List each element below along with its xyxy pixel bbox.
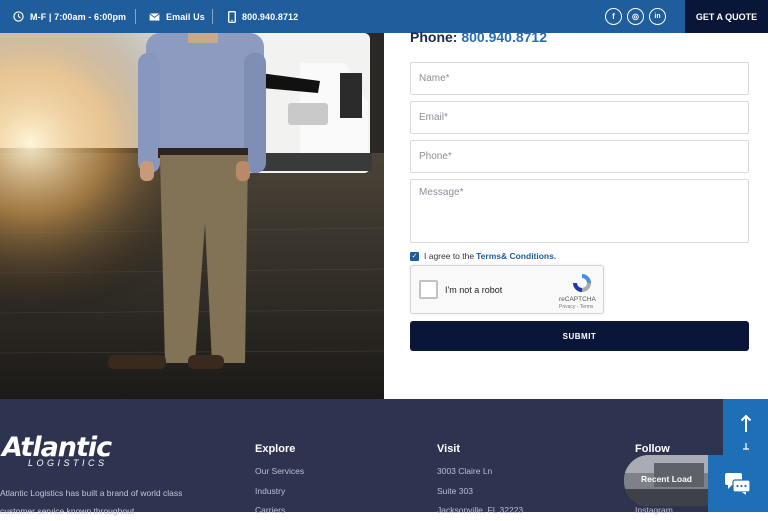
name-placeholder: Name* <box>419 73 450 84</box>
chat-button[interactable] <box>708 455 768 512</box>
recaptcha-brand: reCAPTCHA <box>559 296 596 303</box>
phone-text: 800.940.8712 <box>242 11 299 22</box>
hours-text: M-F | 7:00am - 6:00pm <box>30 11 127 22</box>
footer-link-industry[interactable]: Industry <box>255 482 304 502</box>
logo-sub-text: LOGISTICS <box>28 458 108 468</box>
divider <box>212 9 213 24</box>
message-field[interactable]: Message* <box>410 179 749 243</box>
phone-prefix: Phone: <box>410 29 458 45</box>
recaptcha-links: Privacy - Terms <box>559 304 593 310</box>
submit-button[interactable]: SUBMIT <box>410 321 749 351</box>
address-line: 3003 Claire Ln <box>437 466 493 476</box>
email-us-label: Email Us <box>166 11 205 22</box>
follow-heading: Follow <box>635 443 670 455</box>
linkedin-link[interactable]: in <box>649 8 666 25</box>
recaptcha-separator: - <box>576 304 579 310</box>
agree-text: I agree to the <box>424 251 475 261</box>
linkedin-icon: in <box>654 13 661 20</box>
arrow-up-icon <box>740 415 751 432</box>
mobile-phone-icon <box>228 10 236 23</box>
about-text: Atlantic Logistics has built a brand of … <box>0 488 183 516</box>
phone-link[interactable]: 800.940.8712 <box>228 0 298 33</box>
footer-link-our-services[interactable]: Our Services <box>255 462 304 482</box>
address-line: Jacksonville, FL 32223 <box>437 505 524 515</box>
recaptcha-logo-icon <box>573 274 591 292</box>
phone-placeholder: Phone* <box>419 151 452 162</box>
top-bar: M-F | 7:00am - 6:00pm Email Us 800.940.8… <box>0 0 768 33</box>
get-a-quote-button[interactable]: GET A QUOTE <box>685 0 768 33</box>
name-field[interactable]: Name* <box>410 62 749 95</box>
contact-phone-heading: Phone: 800.940.8712 <box>410 29 547 45</box>
footer-link-carriers[interactable]: Carriers <box>255 501 304 521</box>
address-line: Suite 303 <box>437 485 473 496</box>
message-placeholder: Message* <box>419 187 464 198</box>
recent-load-widget[interactable]: Recent Load <box>624 455 709 506</box>
contact-phone-number[interactable]: 800.940.8712 <box>461 29 547 45</box>
facebook-icon: f <box>612 12 615 21</box>
phone-field[interactable]: Phone* <box>410 140 749 173</box>
recaptcha-terms-link[interactable]: Terms <box>580 304 594 310</box>
atlantic-logistics-logo[interactable]: Atlantic LOGISTICS <box>2 434 112 468</box>
email-field[interactable]: Email* <box>410 101 749 134</box>
chat-bubbles-icon <box>725 472 751 495</box>
scroll-to-top-button[interactable] <box>723 399 768 458</box>
recaptcha-label: I'm not a robot <box>445 285 503 295</box>
facebook-link[interactable]: f <box>605 8 622 25</box>
contact-form: Phone: 800.940.8712 Name* Email* Phone* … <box>384 29 768 399</box>
terms-agreement: ✓ I agree to the Terms& Conditions. <box>410 251 556 261</box>
hours-info: M-F | 7:00am - 6:00pm <box>13 0 126 33</box>
terms-link[interactable]: Terms& Conditions. <box>476 251 556 261</box>
divider <box>135 9 136 24</box>
small-arrow-icon <box>742 443 749 450</box>
recaptcha-checkbox[interactable] <box>419 280 438 299</box>
clock-icon <box>13 11 24 22</box>
instagram-icon: ◎ <box>632 12 639 21</box>
recaptcha-privacy-link[interactable]: Privacy <box>559 304 575 310</box>
recent-load-label: Recent Load <box>640 474 692 484</box>
recaptcha-widget: I'm not a robot reCAPTCHA Privacy - Term… <box>410 265 604 314</box>
man-with-truck-image <box>0 33 384 399</box>
explore-heading: Explore <box>255 443 296 455</box>
visit-heading: Visit <box>437 443 461 455</box>
email-us-link[interactable]: Email Us <box>149 0 205 33</box>
email-placeholder: Email* <box>419 112 448 123</box>
agree-checkbox[interactable]: ✓ <box>410 251 419 261</box>
instagram-link[interactable]: ◎ <box>627 8 644 25</box>
envelope-icon <box>149 12 160 21</box>
hero-photo <box>0 33 384 399</box>
